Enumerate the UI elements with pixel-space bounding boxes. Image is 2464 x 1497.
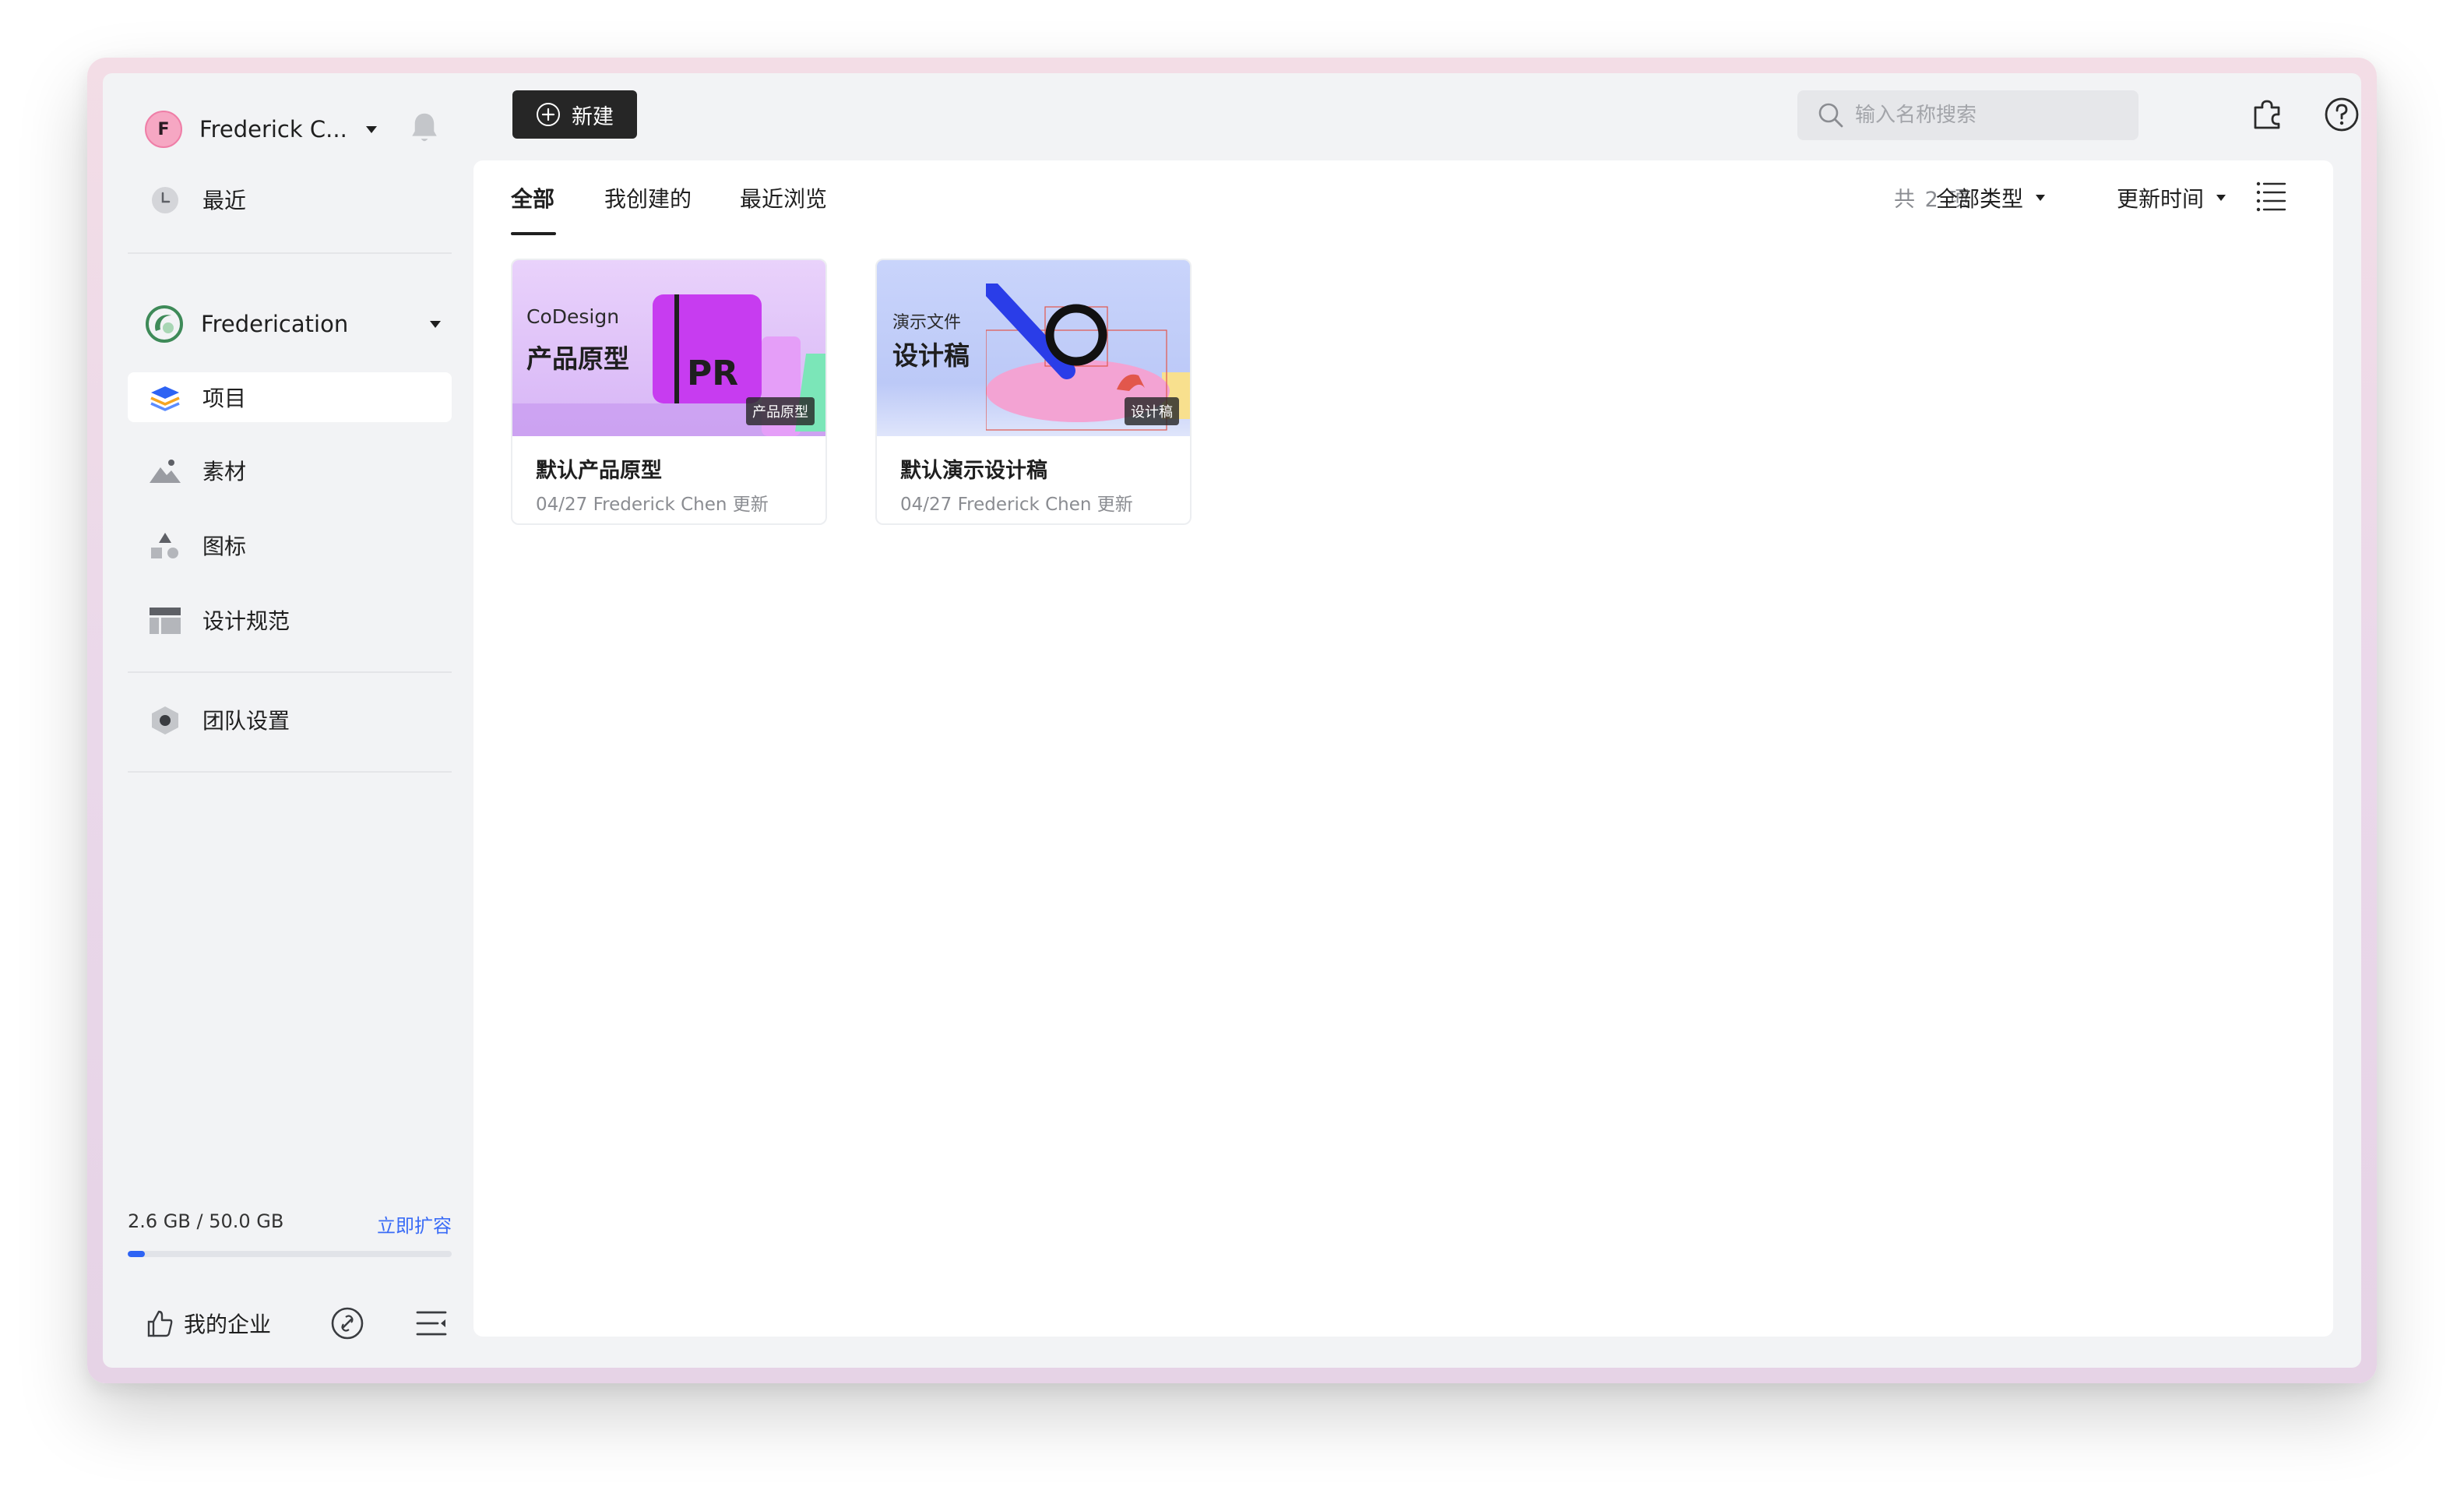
project-card[interactable]: 演示文件 设计稿 设计稿 默认演示设计稿 04/27 Frederick Che… xyxy=(875,259,1192,525)
project-type-badge: 产品原型 xyxy=(746,397,815,425)
thumb-brand-text: CoDesign xyxy=(526,305,620,328)
team-name[interactable]: Frederication xyxy=(201,311,348,337)
search-icon xyxy=(1818,103,1843,128)
sidebar: F Frederick C... 最近 Frederication 项目 素材 … xyxy=(103,73,473,1368)
type-filter-dropdown[interactable]: 全部类型 xyxy=(1936,182,2046,213)
tab-created-by-me[interactable]: 我创建的 xyxy=(604,182,692,213)
sidebar-item-projects[interactable]: 项目 xyxy=(128,372,452,422)
chevron-down-icon[interactable] xyxy=(430,321,441,328)
team-logo-icon xyxy=(146,305,183,343)
project-thumbnail[interactable]: 演示文件 设计稿 设计稿 xyxy=(877,260,1190,436)
active-tab-indicator xyxy=(511,232,556,235)
sidebar-item-label: 项目 xyxy=(202,386,247,411)
app-body: F Frederick C... 最近 Frederication 项目 素材 … xyxy=(103,73,2361,1368)
bell-icon[interactable] xyxy=(408,111,441,146)
sidebar-item-label: 最近 xyxy=(202,188,247,213)
hexagon-settings-icon xyxy=(152,706,178,734)
project-title[interactable]: 默认产品原型 xyxy=(536,453,662,484)
team-switcher[interactable]: Frederication xyxy=(145,301,441,347)
user-menu[interactable]: F Frederick C... xyxy=(145,107,441,151)
thumb-brand-text: 演示文件 xyxy=(892,313,962,333)
chevron-down-icon xyxy=(2216,195,2226,201)
search-box[interactable] xyxy=(1797,90,2138,140)
my-enterprise-label: 我的企业 xyxy=(184,1312,272,1337)
new-button[interactable]: 新建 xyxy=(512,90,637,139)
project-card[interactable]: CoDesign 产品原型 PR 产品原型 默认产品原型 04/27 Frede… xyxy=(511,259,827,525)
sidebar-item-label: 设计规范 xyxy=(202,608,290,634)
collapse-sidebar-icon[interactable] xyxy=(414,1306,449,1340)
clock-icon xyxy=(152,187,178,213)
chevron-down-icon xyxy=(2036,195,2046,201)
tab-recently-viewed[interactable]: 最近浏览 xyxy=(740,182,827,213)
sidebar-item-label: 图标 xyxy=(202,534,247,559)
sidebar-item-label: 素材 xyxy=(202,459,247,484)
sidebar-item-team-settings[interactable]: 团队设置 xyxy=(128,695,452,745)
storage-progress-fill xyxy=(128,1251,145,1257)
pr-logo-icon: PR xyxy=(653,294,762,403)
storage-info: 2.6 GB / 50.0 GB 立即扩容 xyxy=(128,1210,452,1238)
main-panel: 全部 我创建的 最近浏览 共 2 项 全部类型 更新时间 CoDesign 产品… xyxy=(473,160,2333,1337)
plus-circle-icon xyxy=(537,103,560,126)
divider xyxy=(128,671,452,673)
avatar[interactable]: F xyxy=(145,111,182,148)
sidebar-item-icons[interactable]: 图标 xyxy=(128,520,452,570)
divider xyxy=(128,252,452,254)
list-view-icon[interactable] xyxy=(2254,179,2288,213)
project-type-badge: 设计稿 xyxy=(1125,397,1179,425)
layers-icon xyxy=(150,386,180,411)
search-input[interactable] xyxy=(1855,104,2120,127)
new-button-label: 新建 xyxy=(572,104,614,129)
storage-used-text: 2.6 GB / 50.0 GB xyxy=(128,1210,284,1232)
shapes-icon xyxy=(151,533,178,558)
expand-storage-link[interactable]: 立即扩容 xyxy=(377,1210,452,1238)
image-icon xyxy=(150,460,181,483)
project-meta: 04/27 Frederick Chen 更新 xyxy=(900,495,1133,515)
sidebar-item-recent[interactable]: 最近 xyxy=(128,174,452,224)
sort-dropdown[interactable]: 更新时间 xyxy=(2117,182,2226,213)
thumbs-up-icon xyxy=(147,1310,173,1337)
app-window: F Frederick C... 最近 Frederication 项目 素材 … xyxy=(87,58,2377,1383)
thumb-title-text: 产品原型 xyxy=(526,343,629,374)
help-icon[interactable] xyxy=(2324,97,2360,132)
divider xyxy=(128,771,452,773)
sidebar-item-assets[interactable]: 素材 xyxy=(128,446,452,495)
project-thumbnail[interactable]: CoDesign 产品原型 PR 产品原型 xyxy=(512,260,825,436)
layout-icon xyxy=(150,608,181,634)
storage-progress-bar xyxy=(128,1251,452,1257)
chevron-down-icon[interactable] xyxy=(365,125,377,133)
sidebar-item-label: 团队设置 xyxy=(202,708,290,734)
user-name[interactable]: Frederick C... xyxy=(199,116,347,143)
sidebar-item-design-spec[interactable]: 设计规范 xyxy=(128,595,452,645)
plugin-icon[interactable] xyxy=(2249,97,2285,132)
tab-all[interactable]: 全部 xyxy=(511,182,554,213)
sidebar-footer: 我的企业 xyxy=(146,1304,447,1343)
sort-label: 更新时间 xyxy=(2117,186,2205,212)
type-filter-label: 全部类型 xyxy=(1936,186,2024,212)
link-icon[interactable] xyxy=(330,1306,364,1340)
project-meta: 04/27 Frederick Chen 更新 xyxy=(536,495,769,515)
thumb-title-text: 设计稿 xyxy=(892,340,970,371)
my-enterprise-button[interactable]: 我的企业 xyxy=(146,1308,271,1339)
project-title[interactable]: 默认演示设计稿 xyxy=(900,453,1047,484)
